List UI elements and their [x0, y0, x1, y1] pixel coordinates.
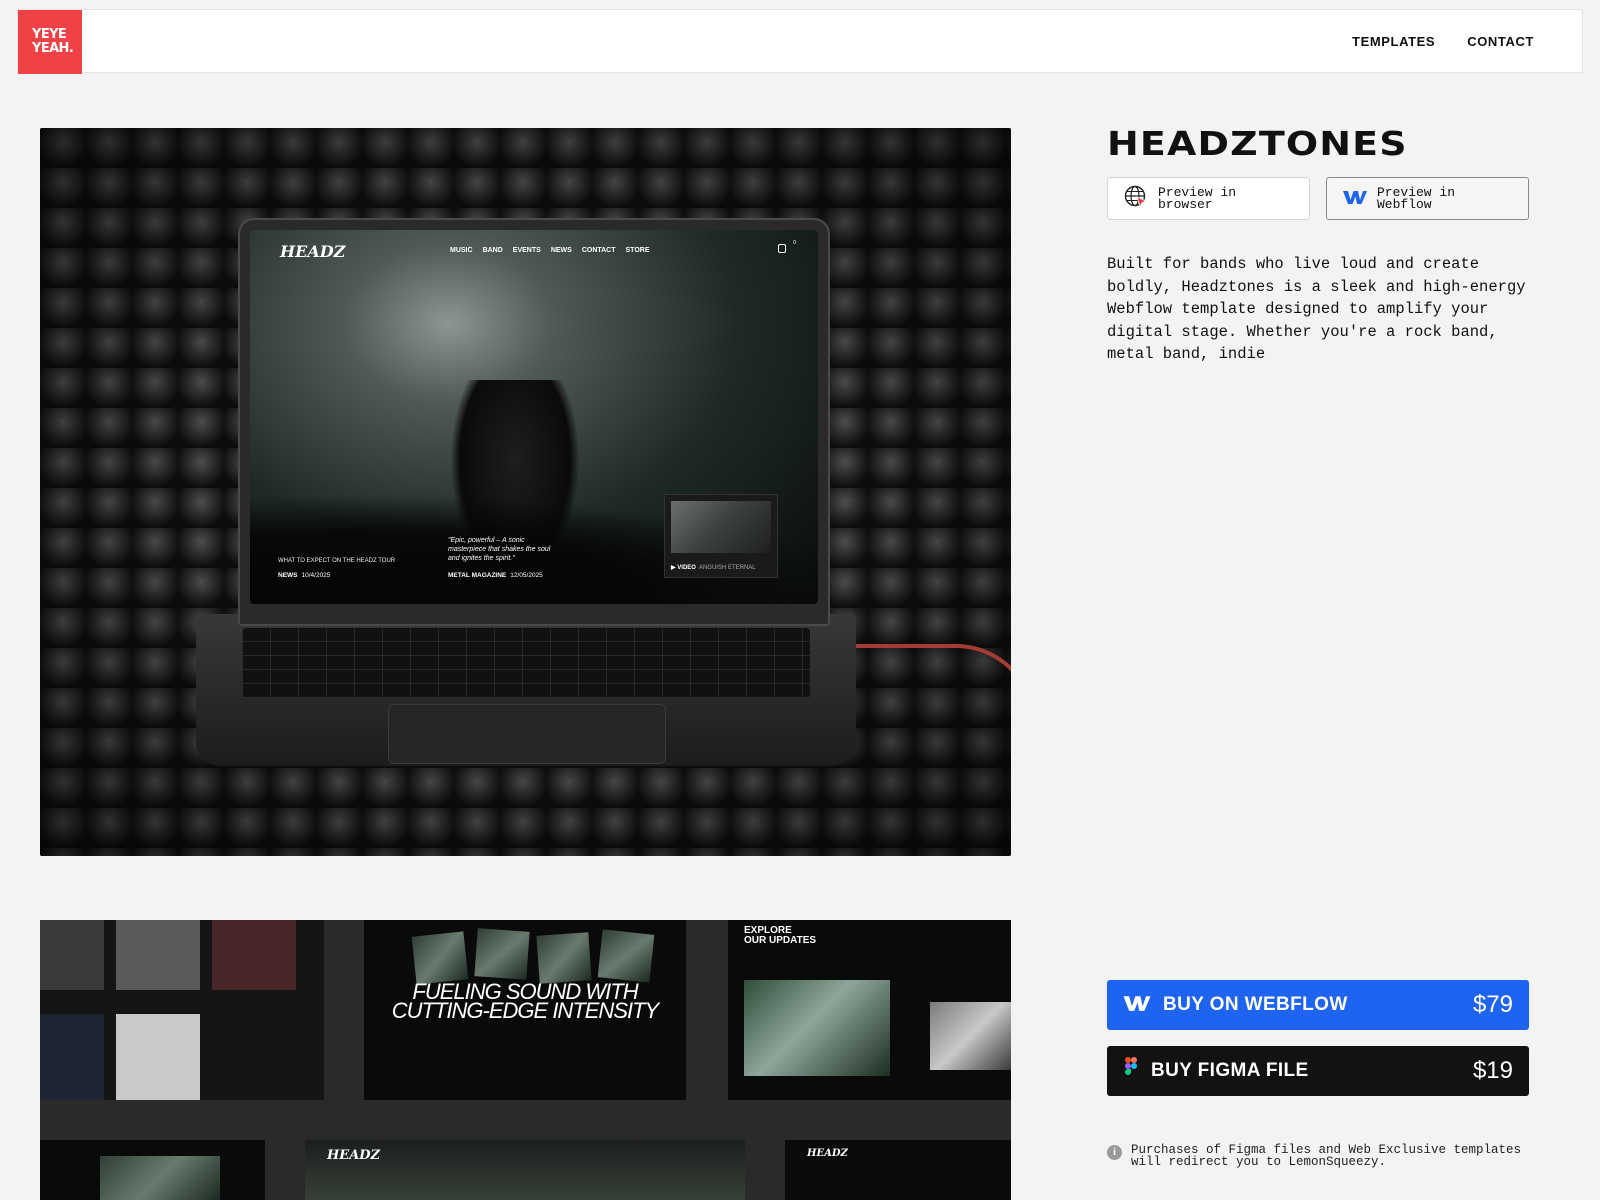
band-member-photo: [536, 932, 592, 984]
screen-site-logo: HEADZ: [280, 242, 346, 261]
webflow-icon: [1343, 189, 1367, 208]
gallery-photo: [100, 1156, 220, 1200]
screen-magazine-label: METAL MAGAZINE: [448, 572, 507, 579]
preview-tile-store: [40, 920, 324, 1100]
guitar-photo: [930, 1002, 1011, 1070]
band-member-photo: [411, 931, 469, 985]
hero-laptop-mockup: HEADZ MUSIC BAND EVENTS NEWS CONTACT STO…: [40, 128, 1011, 856]
screen-video-label: ▶ VIDEO ANGUISH ETERNAL: [671, 564, 756, 571]
screen-cart-count: 0: [793, 240, 796, 246]
template-description: Built for bands who live loud and create…: [1107, 255, 1526, 363]
screen-nav-store: STORE: [625, 247, 650, 254]
webflow-icon: [1123, 994, 1151, 1017]
screen-quote: "Epic, powerful – A sonic masterpiece th…: [448, 537, 551, 562]
figma-icon: [1123, 1056, 1139, 1086]
nav-templates[interactable]: TEMPLATES: [1352, 34, 1435, 49]
preview-in-browser-label: Preview in browser: [1158, 184, 1237, 212]
laptop-screen: HEADZ MUSIC BAND EVENTS NEWS CONTACT STO…: [250, 230, 818, 604]
screen-video-tag: VIDEO: [677, 565, 696, 571]
screen-video-thumbnail: [671, 501, 771, 553]
laptop-lid: HEADZ MUSIC BAND EVENTS NEWS CONTACT STO…: [238, 218, 830, 626]
laptop-base: [196, 614, 856, 766]
screen-video-card: ▶ VIDEO ANGUISH ETERNAL: [664, 494, 778, 578]
purchase-note: i Purchases of Figma files and Web Exclu…: [1107, 1144, 1537, 1168]
preview-tile-updates: EXPLORE OUR UPDATES: [728, 920, 1011, 1100]
screen-nav-news: NEWS: [550, 247, 572, 254]
preview-site-logo: HEADZ: [327, 1148, 381, 1163]
screen-site-nav: MUSIC BAND EVENTS NEWS CONTACT STORE: [450, 247, 650, 254]
product-image: [40, 920, 104, 990]
logo-line-1: YEYE: [32, 27, 67, 42]
preview-in-browser-button[interactable]: Preview in browser: [1107, 177, 1310, 220]
buy-on-webflow-button[interactable]: BUY ON WEBFLOW $79: [1107, 980, 1529, 1030]
screen-magazine-date: 12/05/2025: [510, 572, 543, 579]
screen-nav-music: MUSIC: [450, 247, 473, 254]
explore-line-2: OUR UPDATES: [744, 935, 817, 946]
preview-tile-band: FUELING SOUND WITH CUTTING-EDGE INTENSIT…: [364, 920, 686, 1100]
band-member-photo: [474, 928, 530, 980]
screen-cart-icon: [778, 244, 786, 253]
preview-tile-home: HEADZ: [305, 1140, 745, 1200]
site-header: YEYE YEAH. TEMPLATES CONTACT: [17, 9, 1583, 74]
yeye-yeah-logo[interactable]: YEYE YEAH.: [18, 10, 82, 74]
product-image: [212, 920, 296, 990]
screen-news-title: WHAT TO EXPECT ON THE HEADZ TOUR: [278, 558, 396, 564]
buy-figma-file-label: BUY FIGMA FILE: [1151, 1060, 1309, 1081]
product-image: [116, 1014, 200, 1100]
product-image: [40, 1014, 104, 1100]
buy-figma-file-button[interactable]: BUY FIGMA FILE $19: [1107, 1046, 1529, 1096]
screen-video-title: ANGUISH ETERNAL: [698, 565, 756, 571]
preview-site-logo-small: HEADZ: [807, 1148, 848, 1159]
preview-in-webflow-button[interactable]: Preview in Webflow: [1326, 177, 1529, 220]
preview-tile-dark: HEADZ: [785, 1140, 1011, 1200]
purchase-note-text: Purchases of Figma files and Web Exclusi…: [1131, 1143, 1522, 1169]
explore-updates-heading: EXPLORE OUR UPDATES: [744, 926, 816, 946]
screen-nav-band: BAND: [482, 247, 503, 254]
screen-magazine-meta: METAL MAGAZINE 12/05/2025: [448, 572, 543, 579]
preview-in-webflow-label: Preview in Webflow: [1377, 184, 1456, 212]
red-cable: [856, 644, 1011, 774]
screen-news-date: 10/4/2025: [301, 572, 331, 579]
screen-nav-events: EVENTS: [512, 247, 541, 254]
info-icon: i: [1107, 1145, 1122, 1160]
crowd-photo: [744, 980, 890, 1076]
logo-line-2: YEAH.: [32, 41, 74, 56]
figma-price: $19: [1472, 1057, 1513, 1084]
preview-tile-gallery: [40, 1140, 265, 1200]
template-title: HEADZTONES: [1107, 124, 1408, 163]
product-image: [116, 920, 200, 990]
screen-nav-contact: CONTACT: [581, 247, 616, 254]
template-preview-strip: FUELING SOUND WITH CUTTING-EDGE INTENSIT…: [40, 920, 1011, 1200]
webflow-price: $79: [1472, 991, 1513, 1018]
screen-news-label: NEWS: [278, 572, 298, 579]
globe-cursor-icon: [1124, 185, 1148, 212]
screen-news-meta: NEWS 10/4/2025: [278, 572, 330, 579]
nav-contact[interactable]: CONTACT: [1467, 34, 1534, 49]
laptop-trackpad: [388, 704, 666, 764]
laptop-keyboard: [242, 628, 810, 698]
main-nav: TEMPLATES CONTACT: [1352, 10, 1534, 72]
buy-on-webflow-label: BUY ON WEBFLOW: [1163, 994, 1348, 1015]
band-member-photo: [597, 929, 655, 983]
fueling-sound-headline: FUELING SOUND WITH CUTTING-EDGE INTENSIT…: [391, 979, 659, 1023]
